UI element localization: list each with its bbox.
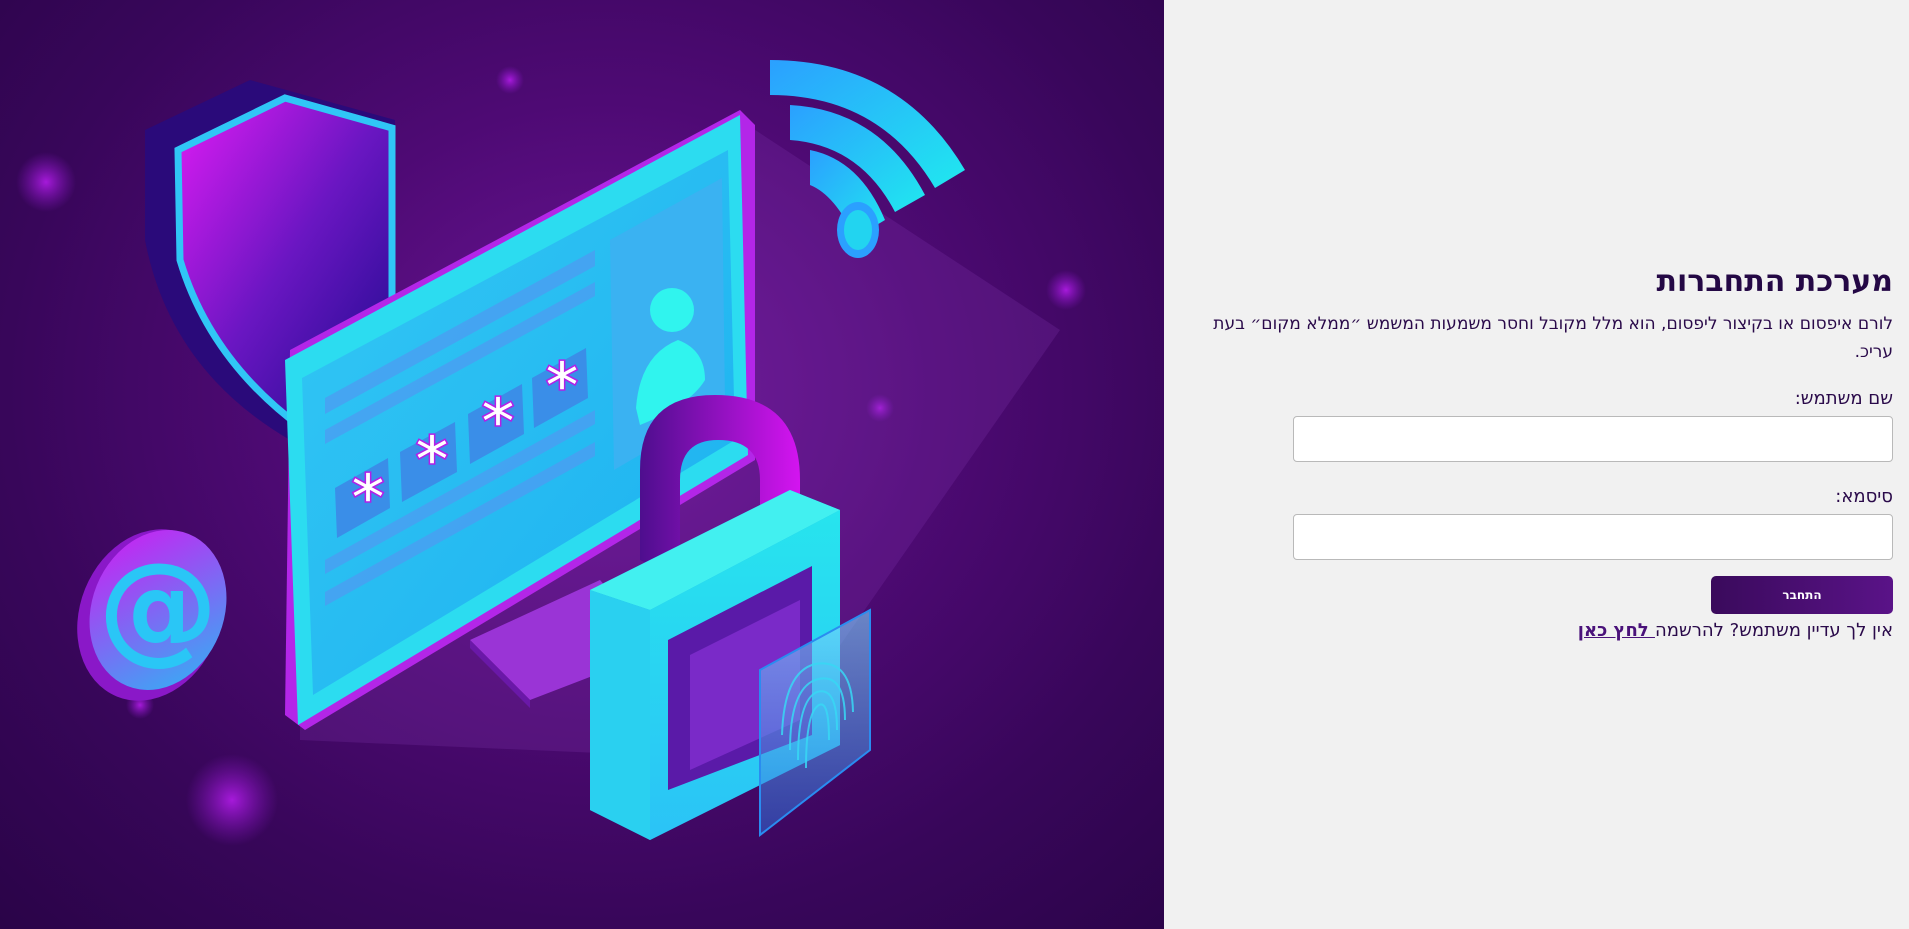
- security-illustration: * * * * @: [16, 60, 1086, 846]
- svg-text:*: *: [481, 386, 514, 460]
- svg-text:*: *: [415, 424, 448, 498]
- login-button[interactable]: התחבר: [1711, 576, 1893, 614]
- username-input[interactable]: [1293, 416, 1893, 462]
- svg-text:*: *: [351, 462, 384, 536]
- register-link[interactable]: לחץ כאן: [1578, 620, 1655, 641]
- login-page: * * * * @ מערכת התחברות לורם איפסום או ב…: [0, 0, 1909, 929]
- submit-row: התחבר: [1181, 576, 1893, 614]
- username-label: שם משתמש:: [1794, 388, 1893, 409]
- register-prompt: אין לך עדיין משתמש? להרשמה: [1654, 620, 1893, 641]
- at-sign-icon: @: [77, 529, 227, 701]
- login-panel: מערכת התחברות לורם איפסום או בקיצור ליפס…: [1164, 0, 1909, 929]
- page-description: לורם איפסום או בקיצור ליפסום, הוא מלל מק…: [1213, 314, 1893, 362]
- page-title: מערכת התחברות: [1656, 264, 1893, 299]
- svg-text:*: *: [545, 350, 578, 424]
- password-input[interactable]: [1293, 514, 1893, 560]
- svg-text:@: @: [98, 538, 218, 677]
- login-form: מערכת התחברות לורם איפסום או בקיצור ליפס…: [1181, 260, 1893, 644]
- register-line: אין לך עדיין משתמש? להרשמה לחץ כאן: [1181, 618, 1893, 644]
- password-label: סיסמא:: [1835, 486, 1893, 507]
- hero-illustration: * * * * @: [0, 0, 1164, 929]
